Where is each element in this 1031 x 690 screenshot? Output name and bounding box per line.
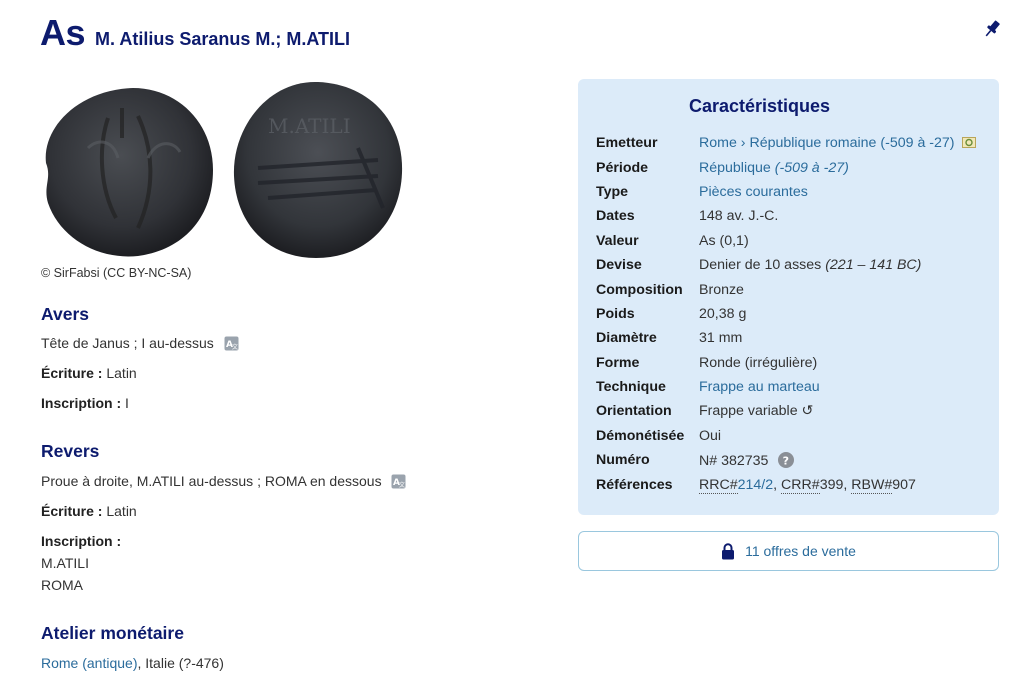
coin-reverse-image[interactable]: M.ATILI <box>228 78 408 264</box>
row-number: Numéro N# 382735 ? <box>596 452 996 474</box>
reverse-description-line: Proue à droite, M.ATILI au-dessus ; ROMA… <box>41 473 406 489</box>
row-shape: Forme Ronde (irrégulière) <box>596 355 818 371</box>
row-demonetized: Démonétisée Oui <box>596 428 722 444</box>
pin-icon[interactable] <box>984 19 1000 39</box>
row-dates: Dates 148 av. J.-C. <box>596 208 779 224</box>
obverse-inscription: Inscription : I <box>41 395 129 411</box>
row-value: Valeur As (0,1) <box>596 233 749 249</box>
svg-text:文: 文 <box>232 343 238 351</box>
obverse-inscription-value: I <box>125 395 129 411</box>
row-diameter: Diamètre 31 mm <box>596 330 743 346</box>
reverse-inscription-line-2: ROMA <box>41 577 83 593</box>
translate-icon[interactable]: A 文 <box>391 474 406 489</box>
obverse-description: Tête de Janus ; I au-dessus <box>41 335 214 351</box>
obverse-heading: Avers <box>41 304 89 324</box>
row-period: Période République (-509 à -27) <box>596 160 849 176</box>
obverse-script-value: Latin <box>106 365 137 381</box>
reverse-inscription-line-1: M.ATILI <box>41 555 89 571</box>
mint-link[interactable]: Rome (antique) <box>41 655 138 671</box>
row-type: Type Pièces courantes <box>596 184 808 200</box>
reverse-script: Écriture : Latin <box>41 503 137 519</box>
emitter-rome-link[interactable]: Rome <box>699 135 737 151</box>
flag-icon <box>962 137 977 148</box>
title-main: As <box>40 12 86 53</box>
svg-text:文: 文 <box>399 481 405 489</box>
help-icon[interactable]: ? <box>778 452 795 468</box>
svg-text:M.ATILI: M.ATILI <box>268 114 351 138</box>
translate-icon[interactable]: A 文 <box>224 336 239 351</box>
mint-rest: , Italie (?-476) <box>137 655 224 671</box>
reverse-script-label: Écriture : <box>41 503 103 519</box>
row-weight: Poids 20,38 g <box>596 306 747 322</box>
row-technique: Technique Frappe au marteau <box>596 379 820 395</box>
emitter-republic-link[interactable]: République romaine (-509 à -27) <box>749 135 954 151</box>
row-emitter: Emetteur Rome › République romaine (-509… <box>596 135 996 157</box>
image-credit: © SirFabsi (CC BY-NC-SA) <box>41 266 192 280</box>
svg-text:?: ? <box>783 454 789 467</box>
sale-offers-button[interactable]: 11 offres de vente <box>578 531 999 571</box>
reverse-script-value: Latin <box>106 503 137 519</box>
row-references: Références RRC#214/2, CRR#399, RBW#907 <box>596 477 916 494</box>
rrc-link[interactable]: 214/2 <box>738 477 774 493</box>
characteristics-title: Caractéristiques <box>688 96 831 116</box>
reverse-description: Proue à droite, M.ATILI au-dessus ; ROMA… <box>41 473 382 489</box>
coin-obverse-image[interactable] <box>38 78 218 264</box>
title-subtitle: M. Atilius Saranus M.; M.ATILI <box>95 29 351 49</box>
reverse-inscription-label: Inscription : <box>41 533 122 549</box>
type-link[interactable]: Pièces courantes <box>699 184 808 200</box>
obverse-description-line: Tête de Janus ; I au-dessus A 文 <box>41 335 239 351</box>
row-orientation: Orientation Frappe variable ↺ <box>596 403 814 419</box>
sale-offers-label: 11 offres de vente <box>745 543 856 559</box>
mint-heading: Atelier monétaire <box>41 623 184 643</box>
period-link[interactable]: République (-509 à -27) <box>699 160 849 176</box>
reverse-heading: Revers <box>41 441 100 461</box>
row-composition: Composition Bronze <box>596 282 744 298</box>
lock-icon <box>722 542 735 559</box>
row-currency: Devise Denier de 10 asses (221 – 141 BC) <box>596 257 922 273</box>
page-title: As M. Atilius Saranus M.; M.ATILI <box>40 12 350 60</box>
obverse-inscription-label: Inscription : <box>41 395 122 411</box>
obverse-script: Écriture : Latin <box>41 365 137 381</box>
technique-link[interactable]: Frappe au marteau <box>699 379 820 395</box>
mint-line: Rome (antique), Italie (?-476) <box>41 655 224 671</box>
obverse-script-label: Écriture : <box>41 365 103 381</box>
